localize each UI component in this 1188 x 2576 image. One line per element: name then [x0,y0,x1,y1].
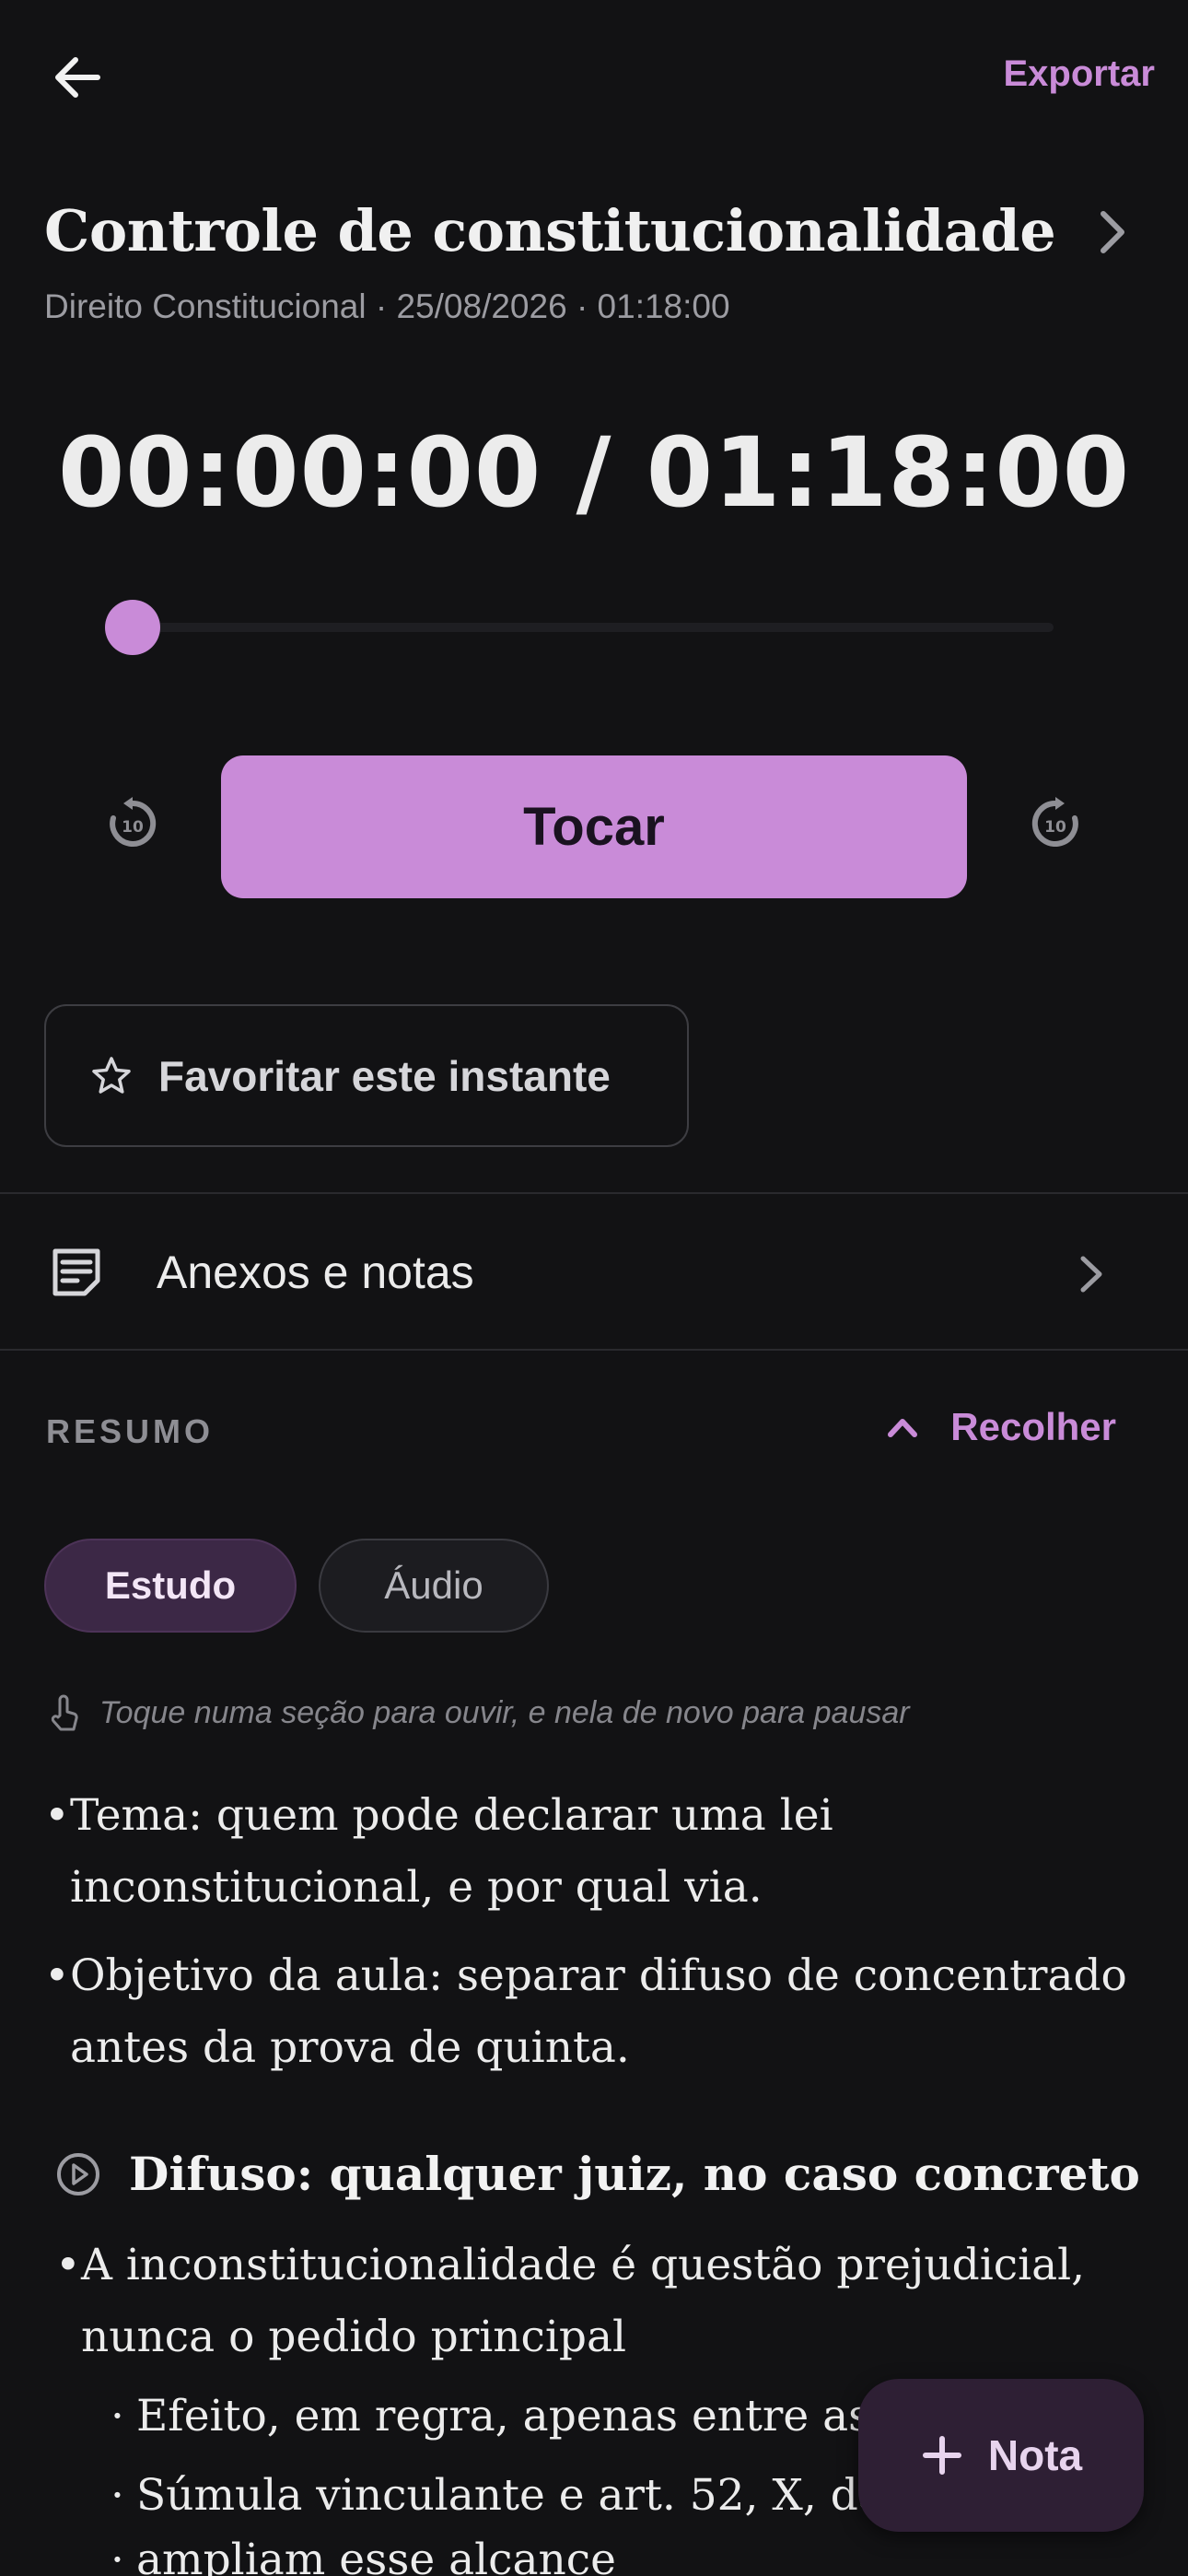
chevron-right-icon[interactable] [1090,206,1131,258]
favorite-moment-label: Favoritar este instante [158,1051,611,1100]
summary-bullet[interactable]: A inconstitucionalidade é questão prejud… [55,2230,1142,2373]
notes-icon [52,1248,100,1296]
collapse-label: Recolher [950,1405,1116,1448]
slider-thumb[interactable] [105,600,160,655]
forward-10-icon: 10 [1031,797,1078,847]
divider [0,1192,1188,1194]
svg-text:10: 10 [1044,818,1066,837]
tap-hint: Toque numa seção para ouvir, e nela de n… [48,1693,910,1732]
collapse-button[interactable]: Recolher [886,1405,1116,1449]
attachments-notes-label: Anexos e notas [157,1247,474,1298]
tab-study[interactable]: Estudo [44,1539,297,1633]
recording-detail-screen: Exportar Controle de constitucionalidade… [0,0,1188,2576]
add-note-button[interactable]: Nota [858,2379,1144,2532]
tap-finger-icon [51,1694,78,1731]
export-button[interactable]: Exportar [1004,53,1156,95]
summary-bullet[interactable]: Objetivo da aula: separar difuso de conc… [44,1940,1149,2084]
back-button[interactable] [44,44,111,111]
play-circle-icon [57,2152,99,2195]
arrow-left-icon [55,57,100,98]
summary-bullet[interactable]: Tema: quem pode declarar uma lei inconst… [44,1780,1149,1924]
favorite-moment-button[interactable]: Favoritar este instante [44,1004,689,1147]
add-note-label: Nota [987,2431,1083,2479]
time-display: 00:00:00 / 01:18:00 [57,416,1131,529]
recording-subtitle: Direito Constitucional · 25/08/2026 · 01… [44,287,730,325]
star-outline-icon [92,1056,131,1094]
slider-track [133,623,1054,632]
skip-forward-button[interactable]: 10 [1022,790,1089,857]
attachments-notes-row[interactable]: Anexos e notas [0,1196,1188,1351]
tab-audio[interactable]: Áudio [319,1539,549,1633]
skip-back-button[interactable]: 10 [99,790,166,857]
chevron-up-icon [888,1419,918,1437]
tap-hint-text: Toque numa seção para ouvir, e nela de n… [99,1694,910,1730]
summary-section-heading-text: Difuso: qualquer juiz, no caso concreto [129,2147,1140,2201]
recording-title[interactable]: Controle de constitucionalidade [44,197,1056,264]
summary-section-label: RESUMO [46,1412,215,1450]
divider [0,1349,1188,1351]
summary-section-heading[interactable]: Difuso: qualquer juiz, no caso concreto [55,2147,1140,2201]
summary-sub-bullet-continuation[interactable]: ampliam esse alcance [55,2524,1142,2576]
playback-slider[interactable] [105,599,1054,655]
svg-text:10: 10 [122,818,144,837]
replay-10-icon: 10 [110,797,157,847]
plus-icon [922,2436,961,2475]
play-button[interactable]: Tocar [221,755,967,898]
chevron-right-icon [1080,1256,1102,1293]
summary-intro[interactable]: Tema: quem pode declarar uma lei inconst… [44,1780,1149,2084]
